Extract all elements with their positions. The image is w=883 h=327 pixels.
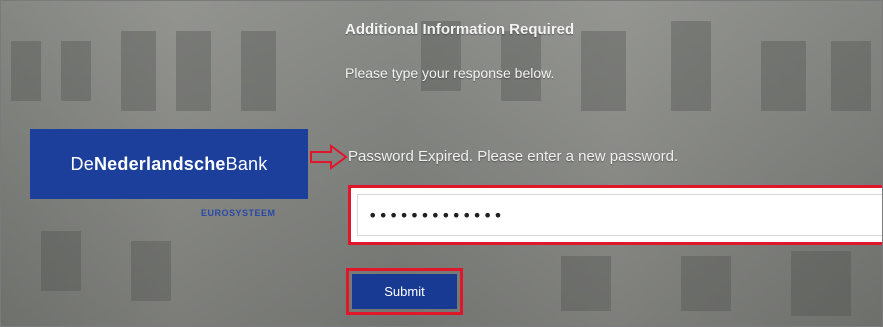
logo-subtext: EUROSYSTEEM	[201, 208, 276, 218]
arrow-right-icon	[310, 144, 348, 170]
password-input[interactable]: •••••••••••••	[357, 194, 882, 236]
password-field-highlight: •••••••••••••	[348, 185, 882, 245]
logo-text-de: De	[70, 153, 94, 174]
login-panel: Additional Information Required Please t…	[0, 0, 883, 327]
page-title: Additional Information Required	[345, 21, 575, 38]
logo-text-bank: Bank	[225, 153, 268, 174]
bank-logo: De Nederlandsche Bank	[30, 129, 308, 199]
logo-text-nederlandsche: Nederlandsche	[93, 153, 226, 174]
password-expired-message: Password Expired. Please enter a new pas…	[348, 148, 679, 165]
submit-button[interactable]: Submit	[352, 274, 457, 309]
submit-button-highlight: Submit	[346, 268, 463, 315]
instruction-text: Please type your response below.	[345, 65, 555, 81]
